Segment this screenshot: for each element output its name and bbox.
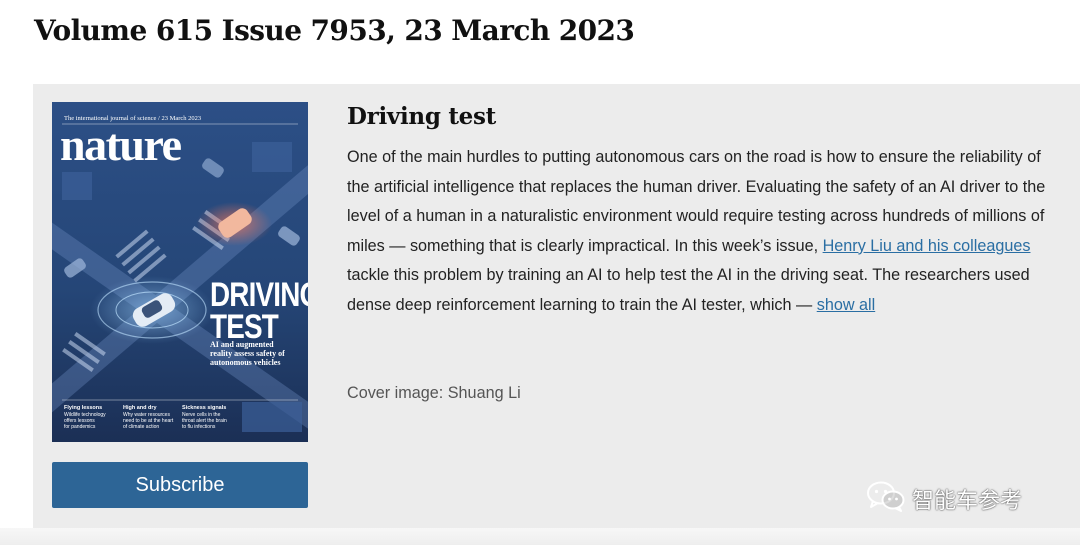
cover-subhead-line3: autonomous vehicles bbox=[210, 358, 280, 367]
page-bottom-edge bbox=[0, 528, 1080, 545]
cover-subhead-line1: AI and augmented bbox=[210, 340, 274, 349]
article-summary: Driving test One of the main hurdles to … bbox=[347, 100, 1059, 321]
article-body: One of the main hurdles to putting auton… bbox=[347, 143, 1059, 321]
cover-logo: nature bbox=[60, 119, 182, 170]
cover-teaser-text: for pandemics bbox=[64, 424, 96, 430]
cover-teaser-text: of climate action bbox=[123, 424, 159, 430]
show-all-link[interactable]: show all bbox=[817, 296, 875, 314]
article-body-text: tackle this problem by training an AI to… bbox=[347, 266, 1030, 314]
cover-subhead-line2: reality assess safety of bbox=[210, 349, 285, 358]
cover-teaser-title: Flying lessons bbox=[64, 405, 102, 411]
cover-teaser-title: High and dry bbox=[123, 405, 158, 411]
watermark-text: 智能车参考 bbox=[912, 489, 1023, 514]
issue-page: Volume 615 Issue 7953, 23 March 2023 The… bbox=[0, 0, 1080, 545]
cover-teaser-title: Sickness signals bbox=[182, 405, 226, 411]
subscribe-button[interactable]: Subscribe bbox=[52, 462, 308, 508]
watermark: 智能车参考 bbox=[866, 480, 1022, 518]
cover-credit: Cover image: Shuang Li bbox=[347, 384, 521, 402]
wechat-icon bbox=[866, 480, 906, 518]
cover-teaser-text: to flu infections bbox=[182, 424, 216, 430]
issue-heading: Volume 615 Issue 7953, 23 March 2023 bbox=[34, 14, 635, 47]
authors-link[interactable]: Henry Liu and his colleagues bbox=[823, 237, 1031, 255]
article-title: Driving test bbox=[347, 103, 496, 130]
cover-image[interactable]: The international journal of science / 2… bbox=[52, 102, 308, 442]
